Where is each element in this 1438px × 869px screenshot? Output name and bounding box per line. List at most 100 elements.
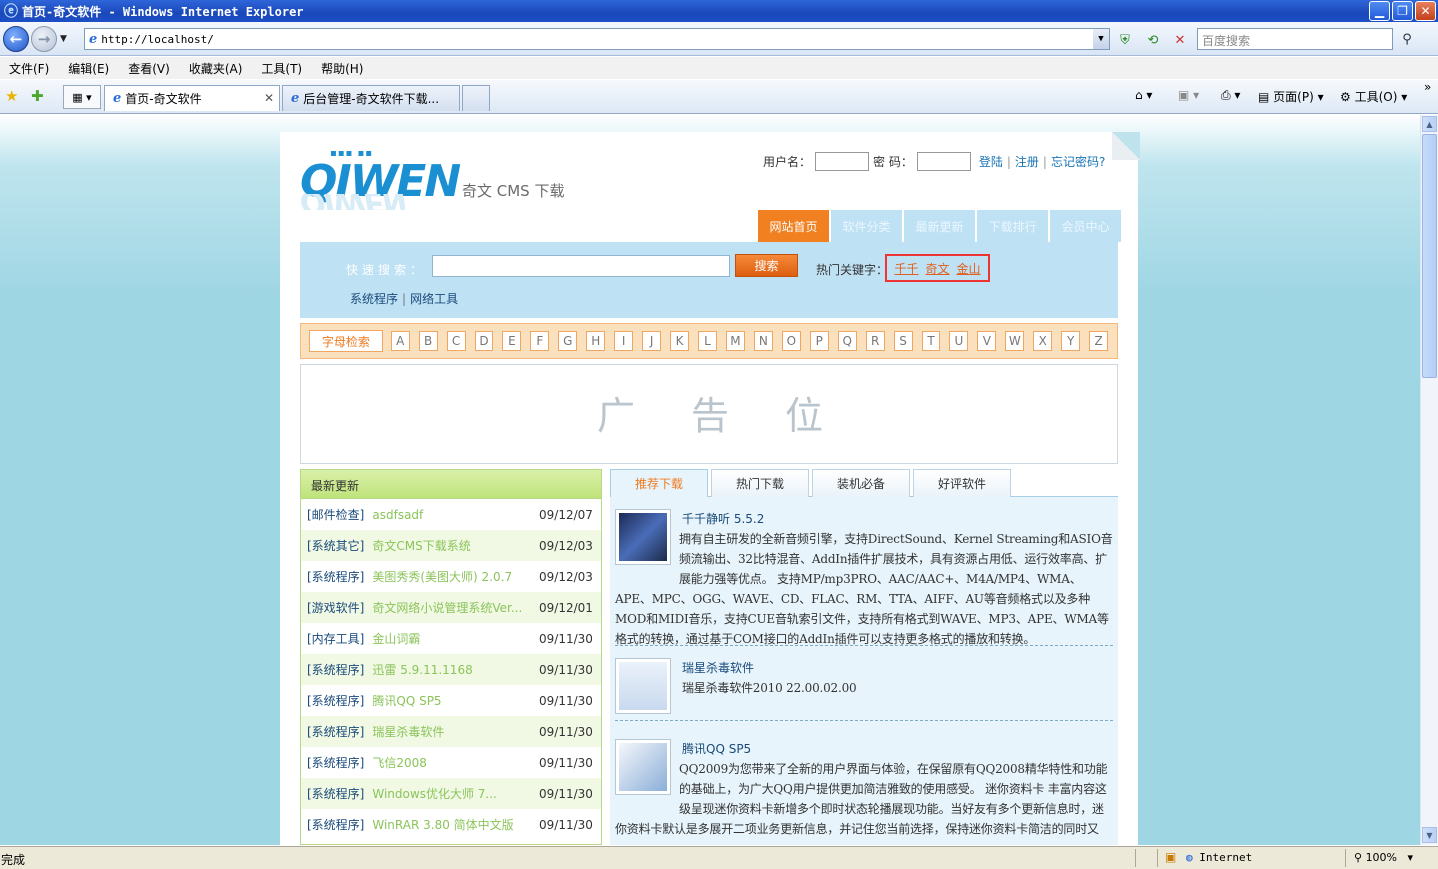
page-menu[interactable]: ▤ 页面(P) ▾ bbox=[1258, 88, 1324, 105]
item-title[interactable]: 瑞星杀毒软件 bbox=[372, 723, 528, 740]
category-link[interactable]: 系统程序 bbox=[350, 292, 398, 306]
menu-favorites[interactable]: 收藏夹(A) bbox=[189, 60, 243, 77]
item-category[interactable]: [系统程序] bbox=[307, 754, 364, 771]
letter-button-p[interactable]: P bbox=[809, 331, 829, 351]
tab-popular[interactable]: 热门下载 bbox=[711, 469, 809, 497]
item-title[interactable]: Windows优化大师 7... bbox=[372, 785, 528, 802]
forgot-password-link[interactable]: 忘记密码? bbox=[1051, 153, 1105, 170]
tab-essential[interactable]: 装机必备 bbox=[812, 469, 910, 497]
letter-button-b[interactable]: B bbox=[418, 331, 438, 351]
letter-button-r[interactable]: R bbox=[865, 331, 885, 351]
item-title[interactable]: 迅雷 5.9.11.1168 bbox=[372, 661, 528, 678]
menu-edit[interactable]: 编辑(E) bbox=[68, 60, 109, 77]
software-thumbnail[interactable] bbox=[615, 658, 671, 714]
ad-banner[interactable]: 广告位 bbox=[300, 364, 1118, 464]
letter-button-l[interactable]: L bbox=[698, 331, 717, 351]
item-category[interactable]: [系统程序] bbox=[307, 661, 364, 678]
favorites-star-icon[interactable]: ★ bbox=[5, 87, 18, 105]
maximize-button[interactable]: ❐ bbox=[1392, 1, 1413, 21]
item-category[interactable]: [内存工具] bbox=[307, 630, 364, 647]
menu-tools[interactable]: 工具(T) bbox=[261, 60, 302, 77]
letter-button-a[interactable]: A bbox=[390, 331, 410, 351]
tab-home[interactable]: e 首页-奇文软件 ✕ bbox=[104, 85, 280, 111]
menu-view[interactable]: 查看(V) bbox=[128, 60, 170, 77]
item-title[interactable]: 腾讯QQ SP5 bbox=[372, 692, 528, 709]
item-title[interactable]: 飞信2008 bbox=[372, 754, 528, 771]
item-title[interactable]: 美图秀秀(美图大师) 2.0.7 bbox=[372, 568, 528, 585]
letter-button-w[interactable]: W bbox=[1005, 331, 1025, 351]
tools-menu[interactable]: ⚙ 工具(O) ▾ bbox=[1340, 88, 1407, 105]
category-link[interactable]: 网络工具 bbox=[410, 292, 458, 306]
letter-button-d[interactable]: D bbox=[474, 331, 494, 351]
address-dropdown-icon[interactable]: ▼ bbox=[1093, 29, 1109, 49]
forward-button[interactable]: → bbox=[31, 26, 57, 52]
nav-categories[interactable]: 软件分类 bbox=[831, 210, 902, 242]
add-favorite-icon[interactable]: ✚ bbox=[31, 87, 44, 105]
security-zone[interactable]: ◍ Internet bbox=[1186, 851, 1252, 864]
nav-ranking[interactable]: 下载排行 bbox=[977, 210, 1048, 242]
tab-admin[interactable]: e 后台管理-奇文软件下载... bbox=[282, 85, 460, 111]
address-input[interactable]: e http://localhost/ ▼ bbox=[84, 28, 1110, 50]
search-input[interactable]: 百度搜索 bbox=[1197, 28, 1393, 50]
close-button[interactable]: ✕ bbox=[1415, 1, 1436, 21]
letter-button-j[interactable]: J bbox=[642, 331, 662, 351]
letter-button-k[interactable]: K bbox=[670, 331, 690, 351]
letter-button-z[interactable]: Z bbox=[1089, 331, 1109, 351]
refresh-icon[interactable]: ⟲ bbox=[1143, 30, 1163, 50]
letter-button-i[interactable]: I bbox=[614, 331, 634, 351]
letter-button-o[interactable]: O bbox=[781, 331, 801, 351]
close-tab-icon[interactable]: ✕ bbox=[264, 91, 274, 105]
history-dropdown-icon[interactable]: ▼ bbox=[60, 34, 67, 44]
letter-button-u[interactable]: U bbox=[949, 331, 969, 351]
software-title[interactable]: 腾讯QQ SP5 bbox=[682, 739, 751, 759]
item-title[interactable]: 金山词霸 bbox=[372, 630, 528, 647]
home-icon[interactable]: ⌂ ▾ bbox=[1135, 88, 1152, 102]
site-search-button[interactable]: 搜索 bbox=[735, 254, 798, 277]
scroll-thumb[interactable] bbox=[1422, 134, 1437, 378]
item-category[interactable]: [系统程序] bbox=[307, 816, 364, 833]
letter-button-s[interactable]: S bbox=[893, 331, 913, 351]
letter-button-g[interactable]: G bbox=[558, 331, 578, 351]
stop-icon[interactable]: ✕ bbox=[1170, 30, 1190, 50]
item-category[interactable]: [系统程序] bbox=[307, 692, 364, 709]
item-title[interactable]: WinRAR 3.80 简体中文版 bbox=[372, 816, 528, 833]
software-title[interactable]: 千千静听 5.5.2 bbox=[682, 509, 764, 529]
letter-button-v[interactable]: V bbox=[977, 331, 997, 351]
scroll-up-icon[interactable]: ▲ bbox=[1422, 116, 1437, 132]
item-category[interactable]: [系统程序] bbox=[307, 723, 364, 740]
login-link[interactable]: 登陆 bbox=[979, 153, 1003, 170]
letter-button-y[interactable]: Y bbox=[1061, 331, 1081, 351]
zoom-level[interactable]: ⚲ 100% ▾ bbox=[1354, 851, 1413, 864]
item-category[interactable]: [邮件检查] bbox=[307, 506, 364, 523]
item-category[interactable]: [系统其它] bbox=[307, 537, 364, 554]
item-category[interactable]: [系统程序] bbox=[307, 568, 364, 585]
letter-button-q[interactable]: Q bbox=[837, 331, 857, 351]
print-icon[interactable]: ⎙ ▾ bbox=[1221, 88, 1240, 103]
tab-top-rated[interactable]: 好评软件 bbox=[913, 469, 1011, 497]
chevron-more-icon[interactable]: » bbox=[1424, 80, 1431, 94]
nav-latest[interactable]: 最新更新 bbox=[904, 210, 975, 242]
register-link[interactable]: 注册 bbox=[1015, 153, 1039, 170]
username-input[interactable] bbox=[815, 152, 870, 171]
quick-tabs-icon[interactable]: ▦ ▾ bbox=[63, 85, 101, 109]
letter-button-h[interactable]: H bbox=[586, 331, 606, 351]
menu-help[interactable]: 帮助(H) bbox=[321, 60, 363, 77]
letter-button-t[interactable]: T bbox=[921, 331, 941, 351]
vertical-scrollbar[interactable]: ▲ ▼ bbox=[1420, 115, 1438, 845]
item-title[interactable]: asdfsadf bbox=[372, 508, 528, 522]
feeds-icon[interactable]: ▣ ▾ bbox=[1178, 88, 1199, 102]
back-button[interactable]: ← bbox=[3, 26, 29, 52]
item-title[interactable]: 奇文网络小说管理系统Ver... bbox=[372, 599, 528, 616]
letter-button-f[interactable]: F bbox=[530, 331, 550, 351]
nav-members[interactable]: 会员中心 bbox=[1050, 210, 1121, 242]
site-search-input[interactable] bbox=[432, 255, 730, 277]
letter-button-x[interactable]: X bbox=[1033, 331, 1053, 351]
minimize-button[interactable]: ▁ bbox=[1369, 1, 1390, 21]
letter-button-e[interactable]: E bbox=[502, 331, 522, 351]
hot-keyword[interactable]: 金山 bbox=[956, 260, 980, 277]
scroll-down-icon[interactable]: ▼ bbox=[1422, 827, 1437, 843]
search-icon[interactable]: ⚲ bbox=[1396, 28, 1418, 50]
password-input[interactable] bbox=[916, 152, 971, 171]
item-category[interactable]: [游戏软件] bbox=[307, 599, 364, 616]
tab-recommended[interactable]: 推荐下载 bbox=[610, 469, 708, 497]
